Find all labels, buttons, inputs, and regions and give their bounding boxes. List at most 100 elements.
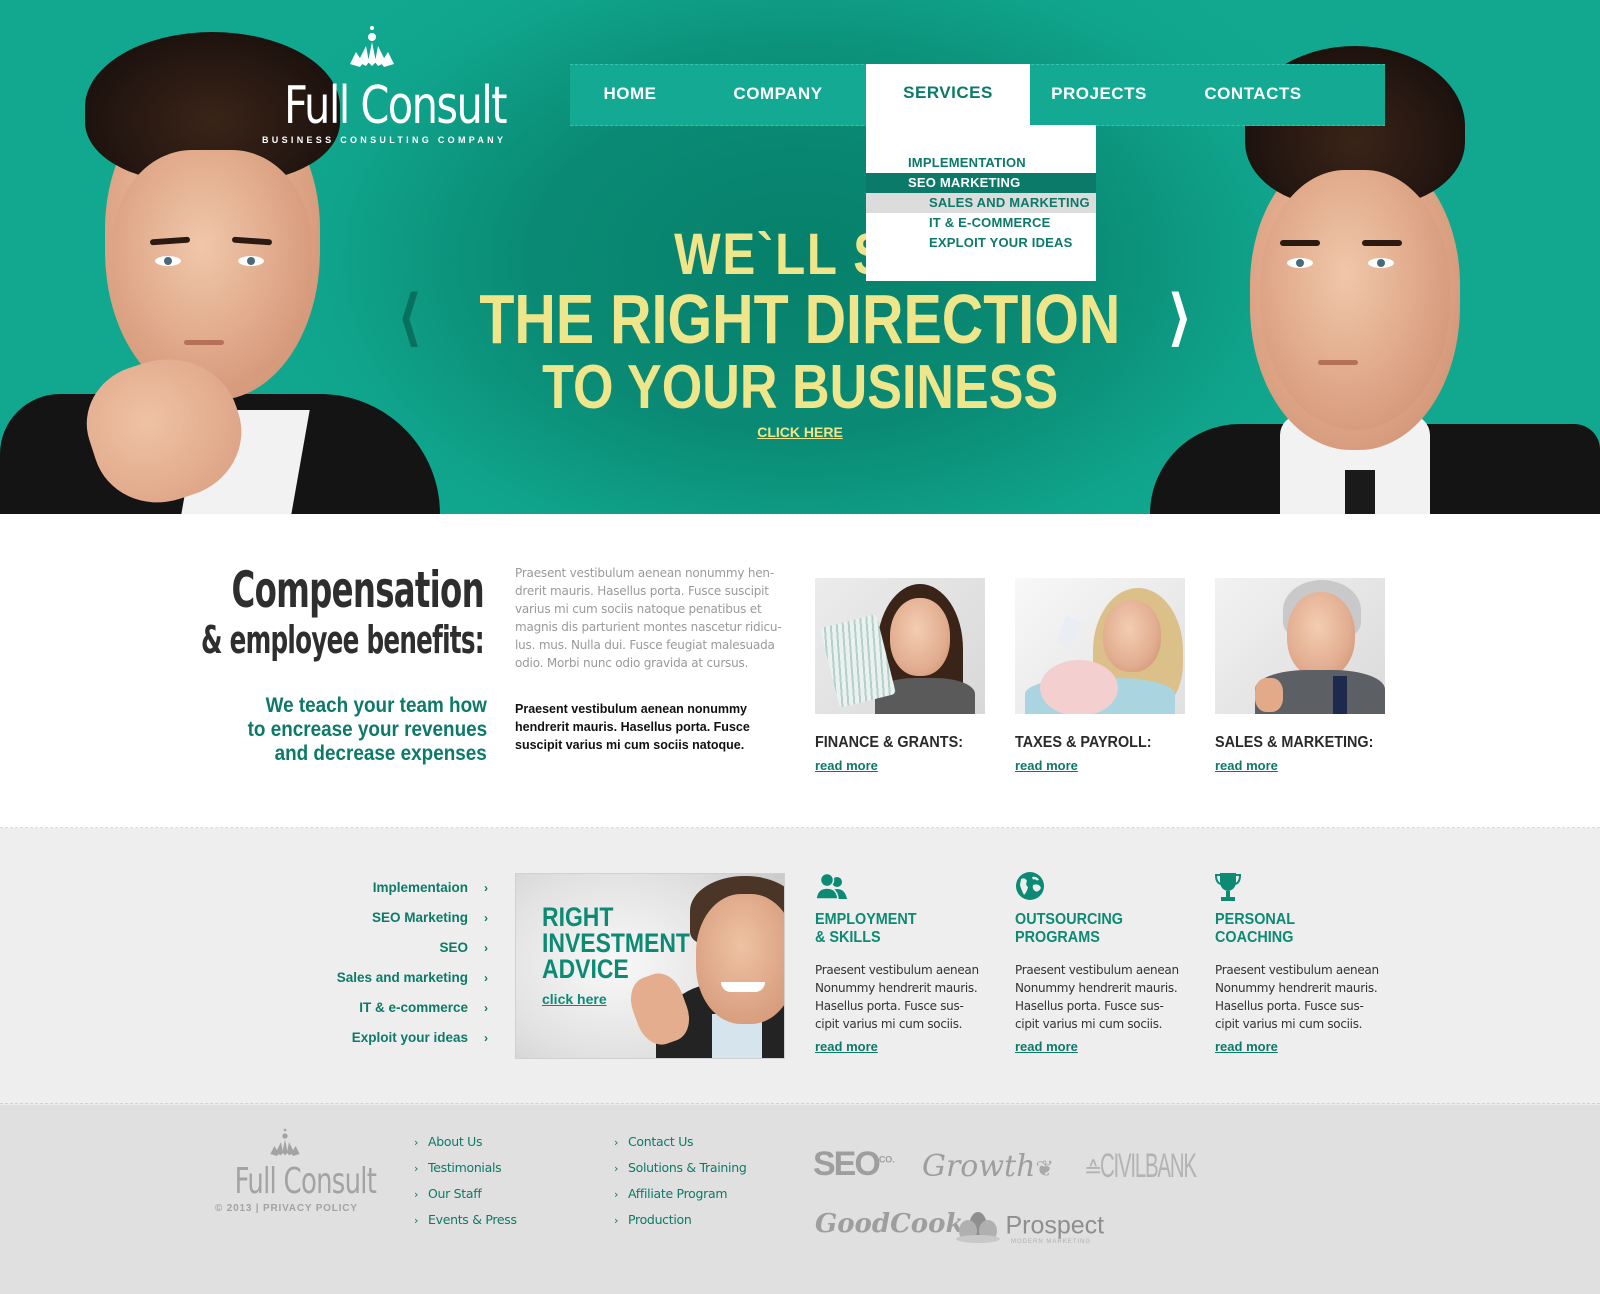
investment-advice-banner[interactable]: RIGHT INVESTMENT ADVICE click here (515, 873, 785, 1059)
hero-slogan-line3: TO YOUR BUSINESS (541, 353, 1059, 422)
chevron-right-icon: › (414, 1136, 419, 1149)
nav-home[interactable]: HOME (570, 65, 690, 125)
privacy-policy-link[interactable]: PRIVACY POLICY (263, 1203, 358, 1214)
site-logo[interactable]: Full Consult BUSINESS CONSULTING COMPANY (262, 24, 508, 145)
dropdown-item-sales-marketing[interactable]: SALES AND MARKETING (866, 193, 1096, 213)
services-dropdown: IMPLEMENTATION SEO MARKETING SALES AND M… (866, 125, 1096, 281)
service-employment: EMPLOYMENT & SKILLS Praesent vestibulum a… (815, 871, 985, 1056)
chevron-left-icon[interactable]: ⟨ (398, 288, 421, 348)
chevron-right-icon: › (484, 941, 488, 955)
feature-sales: SALES & MARKETING: read more (1215, 578, 1385, 775)
chevron-right-icon: › (614, 1214, 619, 1227)
nav-contacts[interactable]: CONTACTS (1168, 65, 1338, 125)
feature-taxes: TAXES & PAYROLL: read more (1015, 578, 1185, 775)
chevron-right-icon: › (484, 971, 488, 985)
nav-projects[interactable]: PROJECTS (1030, 65, 1168, 125)
partner-logo-civilbank[interactable]: ≙CIVILBANK (1084, 1147, 1260, 1186)
intro-paragraph-bold: Praesent vestibulum aenean nonummy hendr… (515, 702, 750, 752)
footer-link-testimonials[interactable]: › Testimonials (414, 1155, 517, 1181)
feature-title: TAXES & PAYROLL: (1015, 734, 1152, 751)
chevron-right-icon: › (484, 1031, 488, 1045)
sidebar-link-seo[interactable]: SEO › (337, 933, 488, 963)
sidebar-link-implementation[interactable]: Implementaion › (337, 873, 488, 903)
dropdown-item-exploit-ideas[interactable]: EXPLOIT YOUR IDEAS (866, 233, 1096, 253)
read-more-link[interactable]: read more (815, 1039, 878, 1054)
feature-title: SALES & MARKETING: (1215, 734, 1374, 751)
service-description: Praesent vestibulum aenean Nonummy hendr… (1015, 963, 1179, 1031)
sidebar-link-seo-marketing[interactable]: SEO Marketing › (337, 903, 488, 933)
intro-paragraph: Praesent vestibulum aenean nonummy hen-d… (515, 566, 782, 670)
banner-click-here-link[interactable]: click here (542, 991, 607, 1007)
compensation-heading: Compensation & employee benefits: (201, 561, 485, 662)
partner-logo-prospect[interactable]: Prospect MODERN MARKETING (955, 1209, 1104, 1245)
service-outsourcing: OUTSOURCING PROGRAMS Praesent vestibulum … (1015, 871, 1185, 1056)
service-title: EMPLOYMENT & SKILLS (815, 911, 917, 946)
service-description: Praesent vestibulum aenean Nonummy hendr… (815, 963, 979, 1031)
hero-slogan-line1: WE`LL SH (674, 222, 926, 287)
feature-finance: FINANCE & GRANTS: read more (815, 578, 985, 775)
read-more-link[interactable]: read more (1015, 758, 1078, 773)
trophy-icon (1214, 871, 1385, 905)
read-more-link[interactable]: read more (1215, 1039, 1278, 1054)
footer-links-col2: › Contact Us › Solutions & Training › Affil… (614, 1129, 747, 1233)
site-footer: Full Consult © 2013 | PRIVACY POLICY › Ab… (0, 1105, 1600, 1294)
services-section: Implementaion › SEO Marketing › SEO › Sales… (0, 829, 1600, 1104)
woman-with-piggy-bank-photo (1015, 578, 1185, 714)
woman-with-cash-photo (815, 578, 985, 714)
man-thumbs-up-photo (1215, 578, 1385, 714)
footer-link-affiliate-program[interactable]: › Affiliate Program (614, 1181, 746, 1207)
services-sidebar: Implementaion › SEO Marketing › SEO › Sales… (337, 873, 488, 1053)
lotus-icon (262, 24, 482, 79)
footer-brand: Full Consult (234, 1161, 377, 1202)
teach-tagline: We teach your team how to encrease your … (247, 694, 487, 765)
hero-banner: Full Consult BUSINESS CONSULTING COMPANY… (0, 0, 1600, 514)
logo-title: Full Consult (284, 76, 508, 136)
banner-title: RIGHT INVESTMENT ADVICE (542, 902, 690, 984)
hero-cta-link[interactable]: CLICK HERE (757, 424, 843, 440)
service-coaching: PERSONAL COACHING Praesent vestibulum aen… (1214, 871, 1385, 1056)
footer-copyright: © 2013 | PRIVACY POLICY (215, 1203, 358, 1214)
compensation-section: Compensation & employee benefits: We tea… (0, 514, 1600, 828)
feature-title: FINANCE & GRANTS: (815, 734, 963, 751)
dropdown-item-it-ecommerce[interactable]: IT & E-COMMERCE (866, 213, 1096, 233)
nav-company[interactable]: COMPANY (690, 65, 866, 125)
service-description: Praesent vestibulum aenean Nonummy hendr… (1215, 963, 1379, 1031)
partner-logo-growth[interactable]: Growth❦ (922, 1149, 1054, 1184)
chevron-right-icon: › (484, 881, 488, 895)
read-more-link[interactable]: read more (1215, 758, 1278, 773)
footer-link-solutions-training[interactable]: › Solutions & Training (614, 1155, 747, 1181)
read-more-link[interactable]: read more (815, 758, 878, 773)
read-more-link[interactable]: read more (1015, 1039, 1078, 1054)
chevron-right-icon: › (414, 1214, 419, 1227)
chevron-right-icon[interactable]: ⟩ (1168, 288, 1191, 348)
service-title: OUTSOURCING PROGRAMS (1015, 911, 1123, 946)
chevron-right-icon: › (614, 1136, 619, 1149)
chevron-right-icon: › (614, 1162, 619, 1175)
logo-tagline: BUSINESS CONSULTING COMPANY (262, 135, 507, 145)
partner-logo-goodcook[interactable]: GoodCook (815, 1209, 963, 1239)
chevron-right-icon: › (414, 1188, 419, 1201)
footer-link-our-staff[interactable]: › Our Staff (414, 1181, 517, 1207)
service-title: PERSONAL COACHING (1215, 911, 1296, 946)
footer-logo[interactable]: Full Consult © 2013 | PRIVACY POLICY (215, 1127, 377, 1214)
chevron-right-icon: › (484, 1001, 488, 1015)
main-nav: HOME COMPANY SERVICES PROJECTS CONTACTS (570, 64, 1385, 126)
users-icon (815, 871, 985, 905)
chevron-right-icon: › (414, 1162, 419, 1175)
footer-link-about-us[interactable]: › About Us (414, 1129, 517, 1155)
sidebar-link-exploit-ideas[interactable]: Exploit your ideas › (337, 1023, 488, 1053)
partner-logo-seo[interactable]: SEOCO. (813, 1145, 895, 1184)
chevron-right-icon: › (484, 911, 488, 925)
dropdown-item-seo-marketing[interactable]: SEO MARKETING (866, 173, 1096, 193)
dropdown-item-implementation[interactable]: IMPLEMENTATION (866, 153, 1096, 173)
footer-link-events-press[interactable]: › Events & Press (414, 1207, 517, 1233)
chevron-right-icon: › (614, 1188, 619, 1201)
sidebar-link-it-ecommerce[interactable]: IT & e-commerce › (337, 993, 488, 1023)
lotus-icon (215, 1127, 355, 1163)
sidebar-link-sales-marketing[interactable]: Sales and marketing › (337, 963, 488, 993)
footer-link-contact-us[interactable]: › Contact Us (614, 1129, 746, 1155)
nav-services[interactable]: SERVICES (866, 64, 1030, 126)
footer-link-production[interactable]: › Production (614, 1207, 746, 1233)
globe-icon (1015, 871, 1185, 905)
hero-slogan-line2: THE RIGHT DIRECTION (479, 280, 1121, 358)
